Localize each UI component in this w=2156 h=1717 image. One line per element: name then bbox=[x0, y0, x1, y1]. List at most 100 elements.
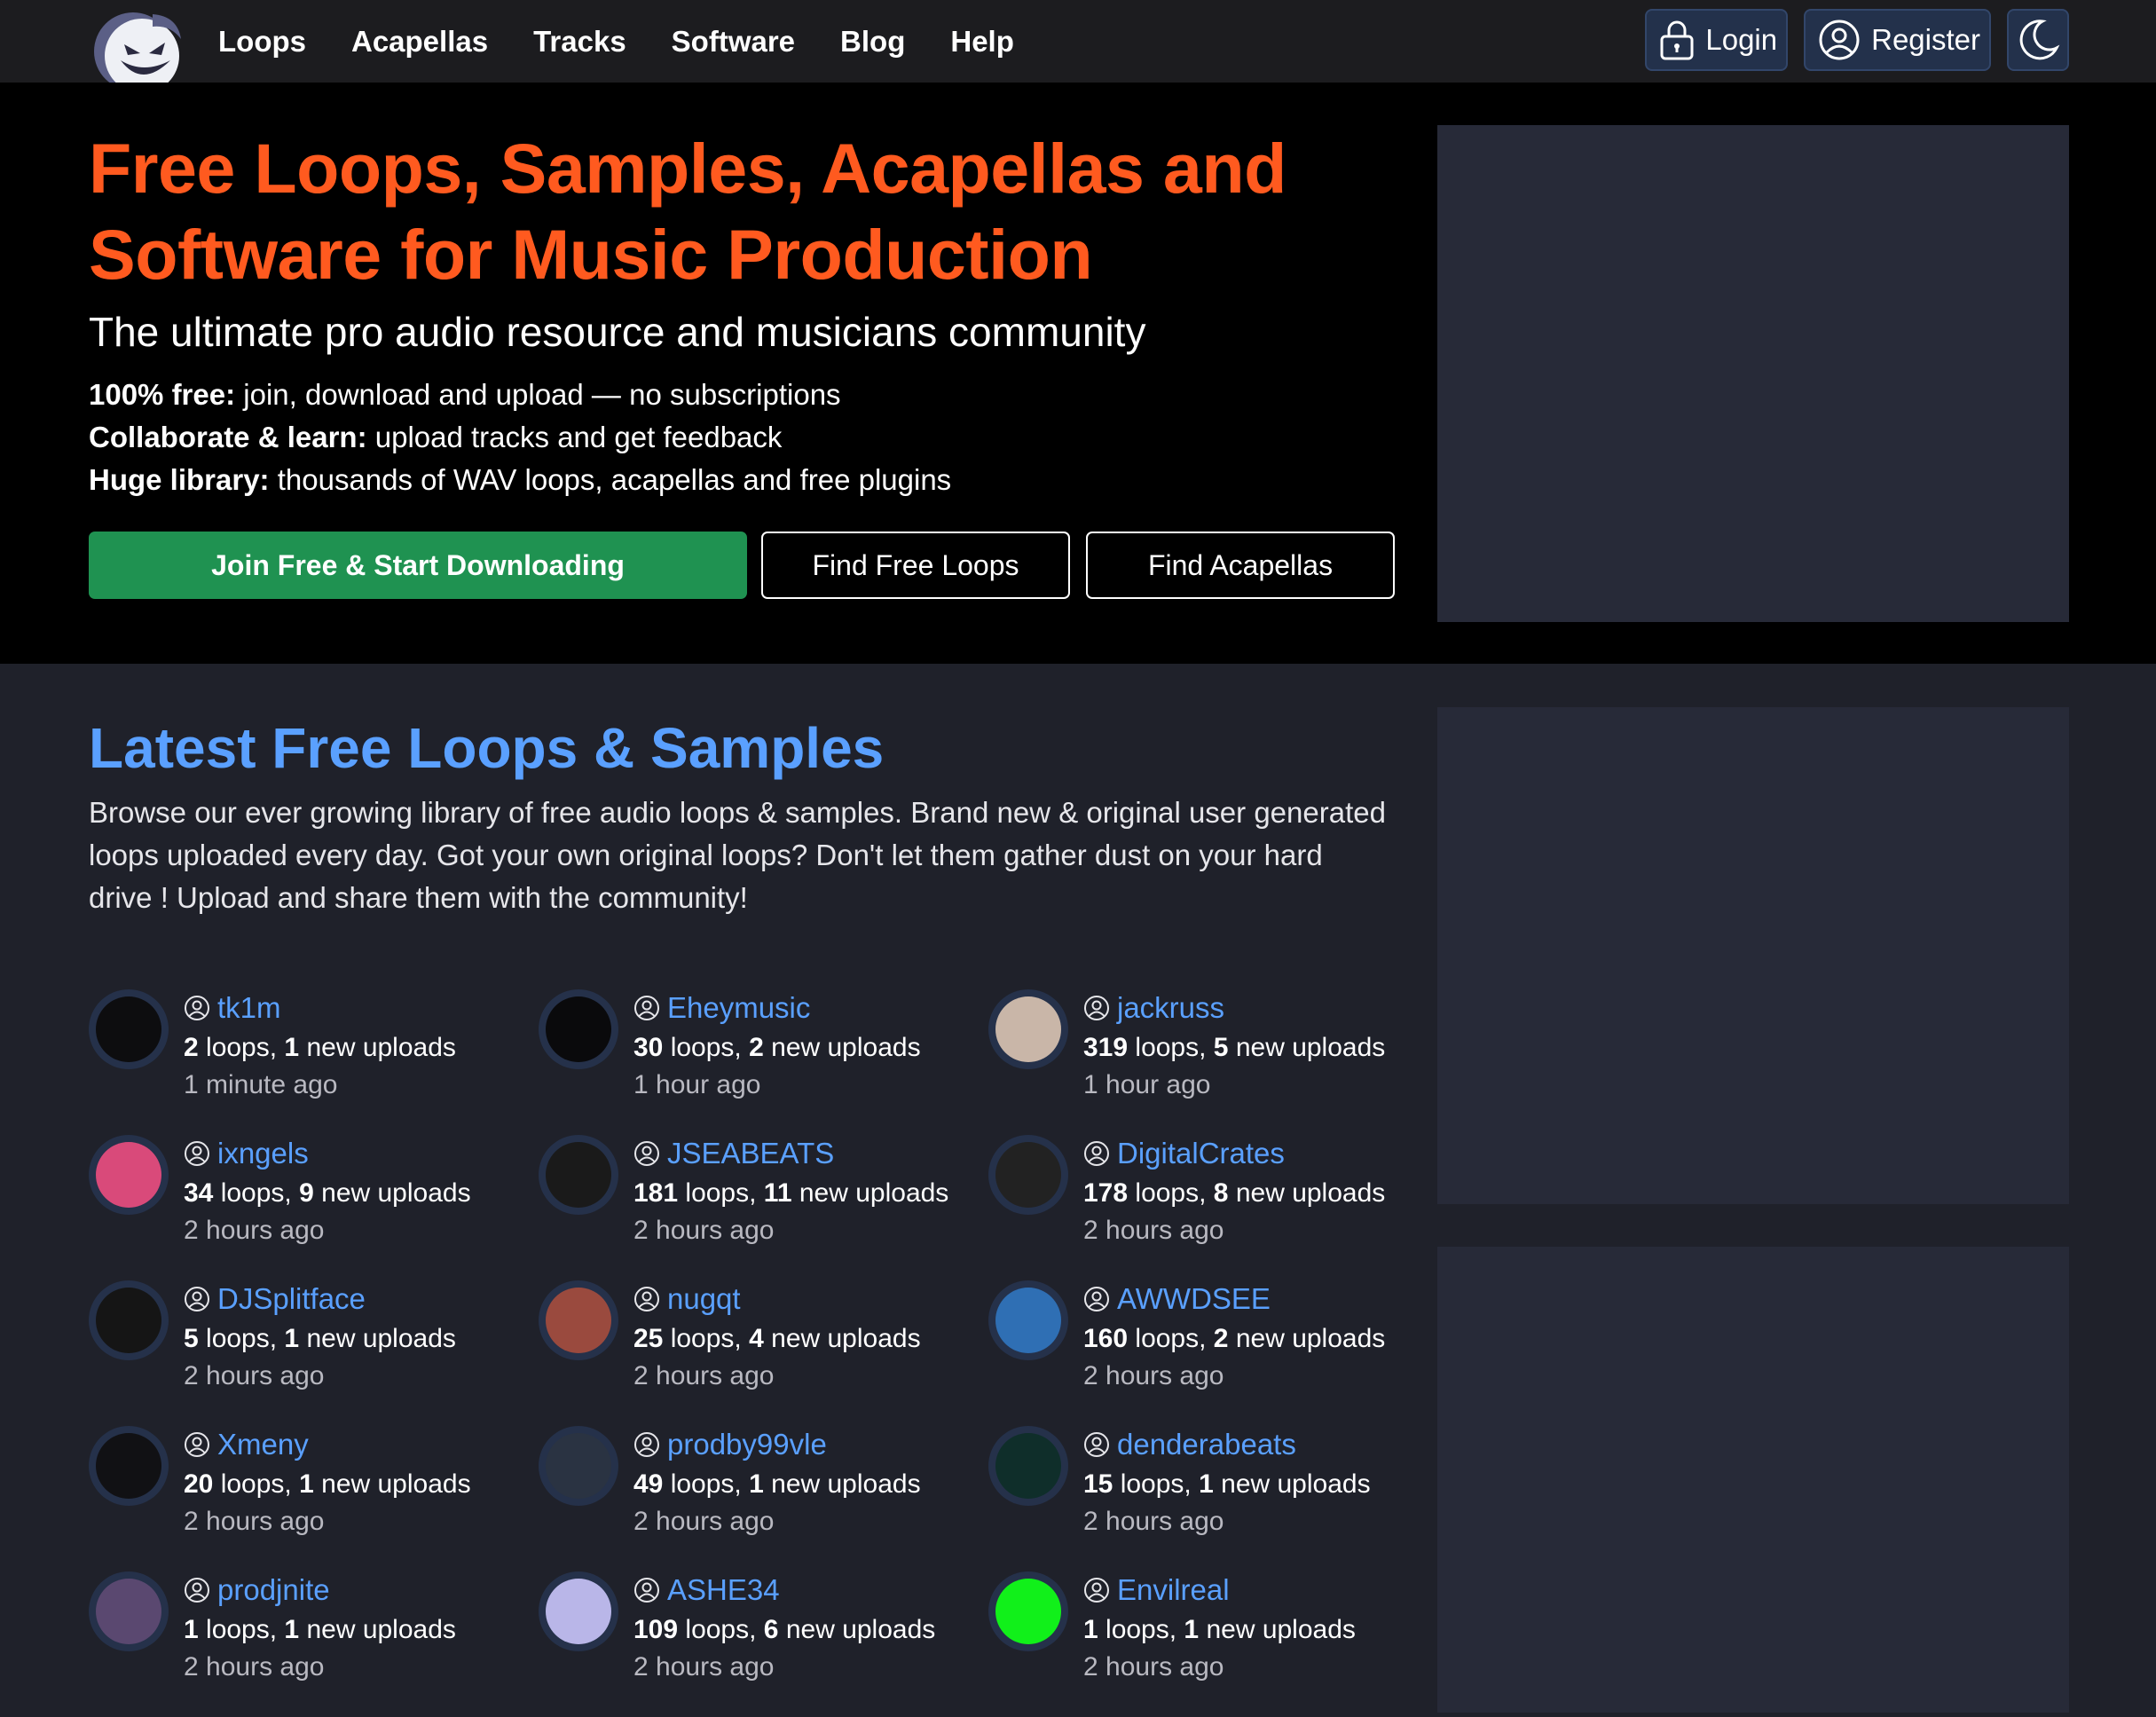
upload-time: 2 hours ago bbox=[184, 1216, 325, 1245]
uploader-name-link[interactable]: nugqt bbox=[633, 1282, 741, 1316]
find-free-loops-button[interactable]: Find Free Loops bbox=[761, 532, 1070, 599]
user-circle-icon bbox=[185, 1141, 209, 1166]
nav-link-loops[interactable]: Loops bbox=[218, 25, 306, 59]
uploader-stats: 1 loops, 1 new uploads bbox=[184, 1615, 456, 1644]
avatar[interactable] bbox=[89, 989, 169, 1069]
uploader-item: DigitalCrates 178 loops, 8 new uploads 2… bbox=[988, 1135, 1420, 1280]
moon-icon bbox=[2019, 20, 2060, 60]
uploader-grid: tk1m 2 loops, 1 new uploads 1 minute ago… bbox=[89, 989, 1420, 1717]
uploader-stats: 160 loops, 2 new uploads bbox=[1083, 1324, 1386, 1353]
uploader-name-link[interactable]: prodjnite bbox=[184, 1573, 330, 1607]
nav-link-blog[interactable]: Blog bbox=[840, 25, 905, 59]
upload-time: 2 hours ago bbox=[1083, 1507, 1224, 1536]
uploader-stats: 1 loops, 1 new uploads bbox=[1083, 1615, 1356, 1644]
uploader-stats: 5 loops, 1 new uploads bbox=[184, 1324, 456, 1353]
lock-icon bbox=[1660, 20, 1694, 60]
user-circle-icon bbox=[634, 1578, 659, 1603]
feature-library: Huge library: thousands of WAV loops, ac… bbox=[89, 463, 952, 496]
nav-link-software[interactable]: Software bbox=[672, 25, 795, 59]
login-button[interactable]: Login bbox=[1645, 9, 1789, 71]
user-circle-icon bbox=[1084, 1141, 1109, 1166]
uploader-item: ixngels 34 loops, 9 new uploads 2 hours … bbox=[89, 1135, 539, 1280]
avatar[interactable] bbox=[539, 1571, 618, 1651]
avatar-image bbox=[546, 1288, 611, 1353]
uploader-name-link[interactable]: Eheymusic bbox=[633, 991, 810, 1025]
uploader-name-link[interactable]: prodby99vle bbox=[633, 1428, 827, 1461]
uploader-name-link[interactable]: ASHE34 bbox=[633, 1573, 780, 1607]
register-label: Register bbox=[1871, 23, 1980, 56]
uploader-name: jackruss bbox=[1117, 991, 1225, 1024]
avatar[interactable] bbox=[988, 1426, 1068, 1506]
uploader-name-link[interactable]: AWWDSEE bbox=[1083, 1282, 1271, 1316]
avatar[interactable] bbox=[539, 989, 618, 1069]
upload-time: 2 hours ago bbox=[633, 1361, 775, 1390]
avatar-image bbox=[995, 996, 1061, 1062]
avatar[interactable] bbox=[539, 1280, 618, 1360]
uploader-item: tk1m 2 loops, 1 new uploads 1 minute ago bbox=[89, 989, 539, 1135]
avatar[interactable] bbox=[988, 1571, 1068, 1651]
find-acapellas-button[interactable]: Find Acapellas bbox=[1086, 532, 1395, 599]
uploader-name-link[interactable]: JSEABEATS bbox=[633, 1137, 834, 1170]
uploader-item: ASHE34 109 loops, 6 new uploads 2 hours … bbox=[539, 1571, 988, 1717]
uploader-name: nugqt bbox=[667, 1282, 741, 1315]
uploader-name-link[interactable]: Xmeny bbox=[184, 1428, 309, 1461]
uploader-name: Xmeny bbox=[217, 1428, 309, 1461]
uploader-name: DJSplitface bbox=[217, 1282, 366, 1315]
uploader-item: prodjnite 1 loops, 1 new uploads 2 hours… bbox=[89, 1571, 539, 1717]
avatar-image bbox=[546, 1142, 611, 1208]
uploader-item: denderabeats 15 loops, 1 new uploads 2 h… bbox=[988, 1426, 1420, 1571]
avatar[interactable] bbox=[988, 1280, 1068, 1360]
nav-link-acapellas[interactable]: Acapellas bbox=[351, 25, 488, 59]
uploader-stats: 34 loops, 9 new uploads bbox=[184, 1178, 471, 1208]
theme-toggle-button[interactable] bbox=[2007, 9, 2069, 71]
avatar[interactable] bbox=[539, 1426, 618, 1506]
upload-time: 2 hours ago bbox=[633, 1507, 775, 1536]
join-free-button[interactable]: Join Free & Start Downloading bbox=[89, 532, 747, 599]
avatar[interactable] bbox=[988, 989, 1068, 1069]
avatar[interactable] bbox=[89, 1571, 169, 1651]
login-label: Login bbox=[1705, 23, 1778, 56]
uploader-name-link[interactable]: tk1m bbox=[184, 991, 281, 1025]
uploader-item: prodby99vle 49 loops, 1 new uploads 2 ho… bbox=[539, 1426, 988, 1571]
avatar-image bbox=[96, 1142, 161, 1208]
upload-time: 2 hours ago bbox=[184, 1361, 325, 1390]
upload-time: 1 hour ago bbox=[633, 1070, 761, 1099]
avatar[interactable] bbox=[89, 1135, 169, 1215]
nav-link-tracks[interactable]: Tracks bbox=[533, 25, 626, 59]
upload-time: 2 hours ago bbox=[633, 1216, 775, 1245]
latest-loops-description: Browse our ever growing library of free … bbox=[89, 796, 1386, 914]
uploader-item: jackruss 319 loops, 5 new uploads 1 hour… bbox=[988, 989, 1420, 1135]
upload-time: 1 hour ago bbox=[1083, 1070, 1211, 1099]
uploader-name-link[interactable]: DJSplitface bbox=[184, 1282, 366, 1316]
hero-section: Free Loops, Samples, Acapellas and Softw… bbox=[0, 83, 2156, 664]
ad-placeholder-bottom bbox=[1437, 1247, 2069, 1713]
user-circle-icon bbox=[634, 996, 659, 1020]
avatar-image bbox=[96, 996, 161, 1062]
uploader-name: ixngels bbox=[217, 1137, 309, 1170]
uploader-item: nugqt 25 loops, 4 new uploads 2 hours ag… bbox=[539, 1280, 988, 1426]
uploader-item: DJSplitface 5 loops, 1 new uploads 2 hou… bbox=[89, 1280, 539, 1426]
register-button[interactable]: Register bbox=[1804, 9, 1991, 71]
avatar[interactable] bbox=[988, 1135, 1068, 1215]
avatar-image bbox=[995, 1288, 1061, 1353]
upload-time: 1 minute ago bbox=[184, 1070, 338, 1099]
user-circle-icon bbox=[185, 1578, 209, 1603]
uploader-name-link[interactable]: jackruss bbox=[1083, 991, 1224, 1025]
user-circle-icon bbox=[1084, 996, 1109, 1020]
nav-link-help[interactable]: Help bbox=[950, 25, 1014, 59]
avatar[interactable] bbox=[539, 1135, 618, 1215]
uploader-stats: 49 loops, 1 new uploads bbox=[633, 1469, 921, 1499]
avatar[interactable] bbox=[89, 1426, 169, 1506]
avatar-image bbox=[546, 1433, 611, 1499]
avatar-image bbox=[995, 1142, 1061, 1208]
uploader-name-link[interactable]: denderabeats bbox=[1083, 1428, 1296, 1461]
uploader-name-link[interactable]: DigitalCrates bbox=[1083, 1137, 1285, 1170]
uploader-name-link[interactable]: Envilreal bbox=[1083, 1573, 1230, 1607]
ad-placeholder-top bbox=[1437, 125, 2069, 622]
uploader-name-link[interactable]: ixngels bbox=[184, 1137, 309, 1170]
avatar[interactable] bbox=[89, 1280, 169, 1360]
upload-time: 2 hours ago bbox=[1083, 1361, 1224, 1390]
avatar-image bbox=[546, 996, 611, 1062]
top-navbar: Loops Acapellas Tracks Software Blog Hel… bbox=[0, 0, 2156, 93]
uploader-name: prodjnite bbox=[217, 1573, 330, 1606]
